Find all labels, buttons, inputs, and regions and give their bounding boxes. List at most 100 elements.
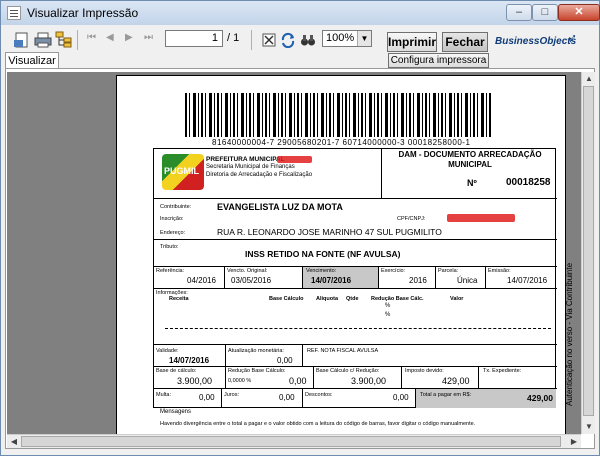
- scroll-up-icon[interactable]: ▲: [582, 72, 596, 86]
- imposto-value: 429,00: [442, 376, 470, 386]
- close-button[interactable]: Fechar: [442, 32, 488, 52]
- imposto-label: Imposto devido:: [405, 368, 444, 374]
- vertical-scrollbar[interactable]: ▲ ▼: [581, 72, 595, 434]
- scroll-down-icon[interactable]: ▼: [582, 420, 596, 434]
- reducao-pct: 0,0000 %: [228, 378, 252, 384]
- printer-setup-button[interactable]: Configura impressora: [388, 53, 489, 68]
- emissao-value: 14/07/2016: [507, 276, 548, 285]
- window-title: Visualizar Impressão: [27, 6, 139, 20]
- report-page: 81640000004-7 29005680201-7 60714000000-…: [116, 75, 574, 445]
- pct-2: %: [385, 312, 391, 318]
- col-reducao: Redução Base Cálc.: [371, 296, 424, 302]
- validade-label: Validade:: [156, 348, 179, 354]
- validade-value: 14/07/2016: [169, 356, 210, 365]
- total-value: 429,00: [527, 393, 553, 403]
- print-button[interactable]: Imprimir: [387, 32, 437, 52]
- page-number-input[interactable]: 1: [165, 30, 223, 47]
- exercicio-label: Exercício:: [381, 268, 406, 274]
- brand-swoosh-icon: ➶: [567, 31, 578, 45]
- vencimento-label: Vencimento:: [306, 268, 337, 274]
- maximize-button[interactable]: □: [532, 4, 558, 21]
- ref-nota: REF. NOTA FISCAL AVULSA: [307, 348, 379, 354]
- endereco-value: RUA R. LEONARDO JOSE MARINHO 47 SUL PUGM…: [217, 227, 442, 237]
- tab-visualizar[interactable]: Visualizar: [5, 52, 59, 69]
- previous-page-icon[interactable]: ◀: [106, 32, 114, 43]
- total-label: Total a pagar em R$:: [420, 392, 472, 398]
- mensagem-text: Havendo divergência entre o total a paga…: [160, 421, 476, 427]
- search-binoculars-icon[interactable]: [300, 32, 318, 50]
- dam-title: DAM - DOCUMENTO ARRECADAÇÃO MUNICIPAL: [398, 150, 542, 169]
- tributo-value: INSS RETIDO NA FONTE (NF AVULSA): [245, 249, 401, 259]
- reducao-value: 0,00: [289, 376, 307, 386]
- diretoria-label: Diretoria de Arrecadação e Fiscalização: [206, 172, 313, 178]
- close-window-button[interactable]: ✕: [558, 4, 600, 21]
- horizontal-scrollbar[interactable]: ◀ ▶: [7, 434, 581, 448]
- emissao-label: Emissão:: [488, 268, 511, 274]
- exercicio-value: 2016: [409, 276, 427, 285]
- referencia-value: 04/2016: [187, 276, 216, 285]
- reducao-label: Redução Base Cálculo:: [228, 368, 286, 374]
- vencto-value: 03/05/2016: [231, 276, 272, 285]
- barcode-digits: 81640000004-7 29005680201-7 60714000000-…: [212, 138, 471, 147]
- contribuinte-label: Contribuinte:: [160, 204, 192, 210]
- endereco-label: Endereço:: [160, 230, 186, 236]
- businessobjects-logo: BusinessObjects: [495, 36, 577, 47]
- atualizacao-value: 0,00: [277, 356, 293, 365]
- chevron-down-icon[interactable]: ▼: [357, 31, 371, 46]
- juros-label: Juros:: [224, 392, 239, 398]
- scroll-right-icon[interactable]: ▶: [567, 435, 581, 449]
- zoom-select[interactable]: 100% ▼: [322, 30, 372, 47]
- mensagens-label: Mensagens: [160, 409, 192, 415]
- referencia-label: Referência:: [156, 268, 185, 274]
- refresh-icon[interactable]: [280, 32, 298, 50]
- export-icon[interactable]: [13, 31, 31, 49]
- multa-label: Multa:: [156, 392, 171, 398]
- col-qtde: Qtde: [346, 296, 359, 302]
- descontos-value: 0,00: [393, 393, 409, 402]
- col-receita: Receita: [169, 296, 189, 302]
- barcode: [185, 93, 491, 137]
- vencto-label: Vencto. Original:: [227, 268, 268, 274]
- scroll-left-icon[interactable]: ◀: [7, 435, 21, 449]
- contribuinte-value: EVANGELISTA LUZ DA MOTA: [217, 202, 343, 212]
- minimize-button[interactable]: –: [506, 4, 532, 21]
- cpf-label: CPF/CNPJ:: [397, 216, 426, 222]
- secretaria-label: Secretaria Municipal de Finanças: [206, 164, 295, 170]
- printer-icon[interactable]: [34, 31, 52, 49]
- first-page-icon[interactable]: ⏮: [87, 32, 96, 43]
- logo-text: PUGMIL: [164, 166, 199, 176]
- dam-number: 00018258: [506, 177, 551, 188]
- dashed-line: [165, 328, 551, 329]
- horizontal-scroll-thumb[interactable]: [21, 436, 561, 447]
- vencimento-value: 14/07/2016: [311, 276, 352, 285]
- page-total: / 1: [227, 32, 240, 44]
- atualizacao-label: Atualização monetária:: [228, 348, 284, 354]
- vertical-scroll-thumb[interactable]: [583, 86, 594, 416]
- col-base-calculo: Base Cálculo: [269, 296, 304, 302]
- last-page-icon[interactable]: ⏭: [144, 32, 153, 43]
- parcela-value: Única: [457, 276, 478, 285]
- app-icon: [7, 6, 21, 20]
- redacted-mark: [277, 156, 312, 163]
- tributo-label: Tributo:: [160, 244, 179, 250]
- inscricao-label: Inscrição:: [160, 216, 184, 222]
- multa-value: 0,00: [199, 393, 215, 402]
- pct-1: %: [385, 303, 391, 309]
- col-aliquota: Alíquota: [316, 296, 338, 302]
- prefeitura-label: PREFEITURA MUNICIPAL: [206, 156, 285, 163]
- redacted-mark: [447, 214, 515, 222]
- group-tree-icon[interactable]: [55, 31, 73, 49]
- parcela-label: Parcela:: [438, 268, 459, 274]
- tx-label: Tx. Expediente:: [483, 368, 522, 374]
- side-text: Autenticação no verso - Via Contribuinte: [565, 262, 574, 406]
- stop-icon[interactable]: [261, 32, 279, 50]
- juros-value: 0,00: [279, 393, 295, 402]
- base-red-label: Base Cálculo c/ Redução:: [316, 368, 380, 374]
- base-calc-label: Base de cálculo:: [156, 368, 197, 374]
- base-red-value: 3.900,00: [351, 376, 387, 386]
- next-page-icon[interactable]: ▶: [125, 32, 133, 43]
- title-bar: Visualizar Impressão – □ ✕: [1, 1, 600, 25]
- print-preview-window: Visualizar Impressão – □ ✕ ⏮ ◀ ▶ ⏭ 1 / 1…: [0, 0, 600, 456]
- descontos-label: Descontos:: [305, 392, 333, 398]
- base-calc-value: 3.900,00: [177, 376, 213, 386]
